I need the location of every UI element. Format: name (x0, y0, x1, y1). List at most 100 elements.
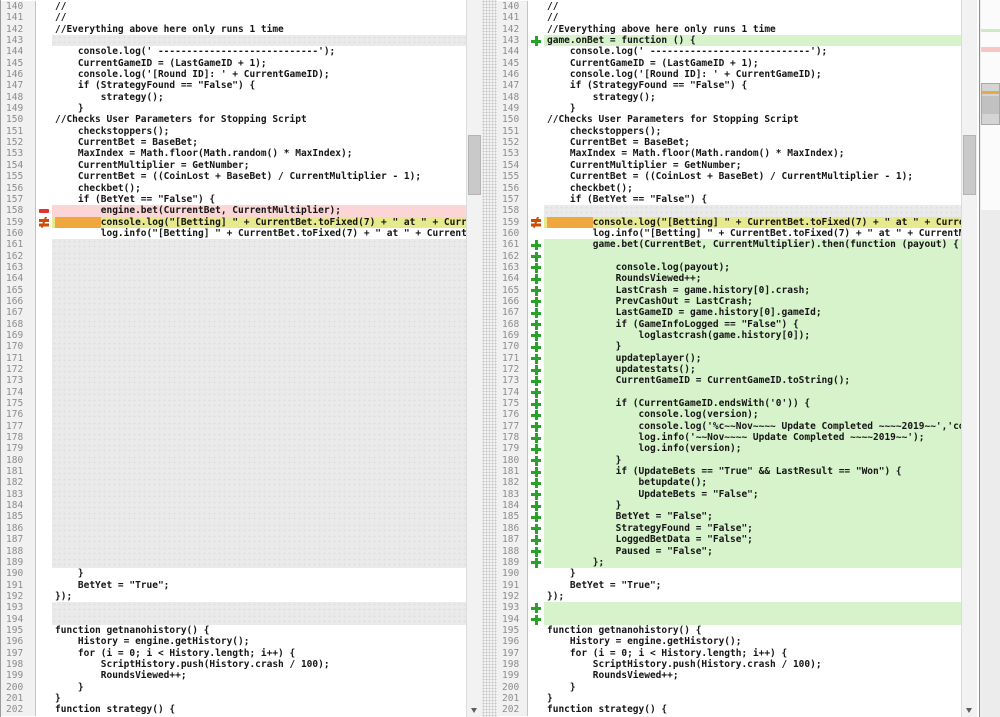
code-line[interactable]: History = engine.getHistory(); (544, 636, 962, 647)
overview-viewport-box[interactable] (981, 83, 1000, 125)
code-line[interactable]: History = engine.getHistory(); (52, 636, 467, 647)
diff-overview-bar[interactable] (980, 0, 1000, 717)
code-line[interactable]: //Everything above here only runs 1 time (52, 24, 467, 35)
code-line[interactable]: UpdateBets = "False"; (544, 489, 962, 500)
code-line[interactable]: MaxIndex = Math.floor(Math.random() * Ma… (544, 148, 962, 159)
code-line[interactable]: //Everything above here only runs 1 time (544, 24, 962, 35)
right-vertical-scrollbar[interactable] (961, 0, 977, 717)
code-line[interactable]: } (544, 682, 962, 693)
code-line[interactable]: engine.bet(CurrentBet, CurrentMultiplier… (52, 205, 467, 216)
code-line[interactable]: BetYet = "True"; (544, 580, 962, 591)
code-line[interactable]: if (BetYet == "False") { (544, 194, 962, 205)
code-line[interactable]: } (544, 500, 962, 511)
code-line[interactable] (544, 251, 962, 262)
code-line[interactable]: }); (544, 591, 962, 602)
code-line[interactable]: checkbet(); (52, 183, 467, 194)
code-line[interactable]: console.log("[Betting] " + CurrentBet.to… (52, 217, 467, 228)
left-scroll-down-icon[interactable] (471, 708, 477, 713)
code-line[interactable]: CurrentBet = BaseBet; (544, 137, 962, 148)
code-line[interactable]: CurrentBet = ((CoinLost + BaseBet) / Cur… (52, 171, 467, 182)
code-line[interactable]: game.onBet = function () { (544, 35, 962, 46)
code-line[interactable]: CurrentBet = BaseBet; (52, 137, 467, 148)
code-line[interactable]: StrategyFound = "False"; (544, 523, 962, 534)
code-line[interactable]: // (544, 12, 962, 23)
code-line[interactable]: CurrentBet = ((CoinLost + BaseBet) / Cur… (544, 171, 962, 182)
code-line[interactable]: }); (52, 591, 467, 602)
code-line[interactable]: checkbet(); (544, 183, 962, 194)
code-line[interactable]: updatestats(); (544, 364, 962, 375)
code-line[interactable]: function strategy() { (52, 704, 467, 715)
pane-splitter[interactable] (482, 0, 497, 717)
code-line[interactable]: function getnanohistory() { (52, 625, 467, 636)
code-line[interactable]: RoundsViewed++; (544, 273, 962, 284)
code-line[interactable]: console.log('[Round ID]: ' + CurrentGame… (52, 69, 467, 80)
code-line[interactable]: if (CurrentGameID.endsWith('0')) { (544, 398, 962, 409)
code-line[interactable]: BetYet = "True"; (52, 580, 467, 591)
code-line[interactable]: console.log('[Round ID]: ' + CurrentGame… (544, 69, 962, 80)
code-line[interactable]: } (544, 103, 962, 114)
code-line[interactable]: CurrentGameID = (LastGameID + 1); (52, 58, 467, 69)
code-line[interactable]: } (52, 568, 467, 579)
code-line[interactable]: } (52, 103, 467, 114)
code-line[interactable]: console.log("[Betting] " + CurrentBet.to… (544, 217, 962, 228)
code-line[interactable]: } (544, 568, 962, 579)
code-line[interactable]: } (544, 693, 962, 704)
code-line[interactable]: console.log(' --------------------------… (52, 46, 467, 57)
code-line[interactable]: BetYet = "False"; (544, 511, 962, 522)
code-line[interactable]: //Checks User Parameters for Stopping Sc… (544, 114, 962, 125)
code-line[interactable]: RoundsViewed++; (544, 670, 962, 681)
code-line[interactable]: updateplayer(); (544, 353, 962, 364)
code-line[interactable]: // (52, 1, 467, 12)
code-line[interactable]: checkstoppers(); (544, 126, 962, 137)
code-line[interactable]: console.log(version); (544, 409, 962, 420)
code-line[interactable]: PrevCashOut = LastCrash; (544, 296, 962, 307)
code-line[interactable]: } (544, 341, 962, 352)
code-line[interactable]: if (BetYet == "False") { (52, 194, 467, 205)
code-line[interactable]: } (52, 682, 467, 693)
code-line[interactable] (544, 602, 962, 613)
code-line[interactable]: LastCrash = game.history[0].crash; (544, 285, 962, 296)
code-line[interactable]: }; (544, 557, 962, 568)
code-line[interactable]: console.log('%c~~Nov~~~~ Update Complete… (544, 421, 962, 432)
code-line[interactable]: if (StrategyFound == "False") { (544, 80, 962, 91)
code-line[interactable]: // (52, 12, 467, 23)
code-line[interactable]: CurrentMultiplier = GetNumber; (544, 160, 962, 171)
code-line[interactable]: CurrentGameID = (LastGameID + 1); (544, 58, 962, 69)
left-vertical-scrollbar[interactable] (466, 0, 482, 717)
code-line[interactable]: strategy(); (544, 92, 962, 103)
code-line[interactable]: LastGameID = game.history[0].gameId; (544, 307, 962, 318)
code-line[interactable]: MaxIndex = Math.floor(Math.random() * Ma… (52, 148, 467, 159)
code-line[interactable]: if (StrategyFound == "False") { (52, 80, 467, 91)
code-line[interactable]: function strategy() { (544, 704, 962, 715)
code-line[interactable]: LoggedBetData = "False"; (544, 534, 962, 545)
code-line[interactable]: ScriptHistory.push(History.crash / 100); (52, 659, 467, 670)
code-line[interactable]: betupdate(); (544, 477, 962, 488)
code-line[interactable] (544, 387, 962, 398)
code-line[interactable]: // (544, 1, 962, 12)
code-line[interactable]: game.bet(CurrentBet, CurrentMultiplier).… (544, 239, 962, 250)
code-line[interactable]: console.log(' --------------------------… (544, 46, 962, 57)
code-line[interactable]: console.log(payout); (544, 262, 962, 273)
right-scroll-down-icon[interactable] (966, 708, 972, 713)
code-line[interactable]: log.info("[Betting] " + CurrentBet.toFix… (52, 228, 467, 239)
code-line[interactable]: CurrentMultiplier = GetNumber; (52, 160, 467, 171)
code-line[interactable] (544, 614, 962, 625)
code-line[interactable]: if (UpdateBets == "True" && LastResult =… (544, 466, 962, 477)
code-line[interactable]: for (i = 0; i < History.length; i++) { (52, 648, 467, 659)
code-line[interactable]: //Checks User Parameters for Stopping Sc… (52, 114, 467, 125)
code-line[interactable]: if (GameInfoLogged == "False") { (544, 319, 962, 330)
code-line[interactable]: function getnanohistory() { (544, 625, 962, 636)
code-line[interactable]: log.info('~~Nov~~~~ Update Completed ~~~… (544, 432, 962, 443)
code-line[interactable]: checkstoppers(); (52, 126, 467, 137)
code-line[interactable]: Paused = "False"; (544, 546, 962, 557)
code-line[interactable]: RoundsViewed++; (52, 670, 467, 681)
left-scrollbar-thumb[interactable] (468, 135, 481, 195)
code-line[interactable]: ScriptHistory.push(History.crash / 100); (544, 659, 962, 670)
right-scrollbar-thumb[interactable] (963, 135, 976, 195)
code-line[interactable]: } (544, 455, 962, 466)
code-line[interactable]: log.info(version); (544, 443, 962, 454)
code-line[interactable]: } (52, 693, 467, 704)
code-line[interactable]: log.info("[Betting] " + CurrentBet.toFix… (544, 228, 962, 239)
code-line[interactable]: loglastcrash(game.history[0]); (544, 330, 962, 341)
code-line[interactable]: strategy(); (52, 92, 467, 103)
